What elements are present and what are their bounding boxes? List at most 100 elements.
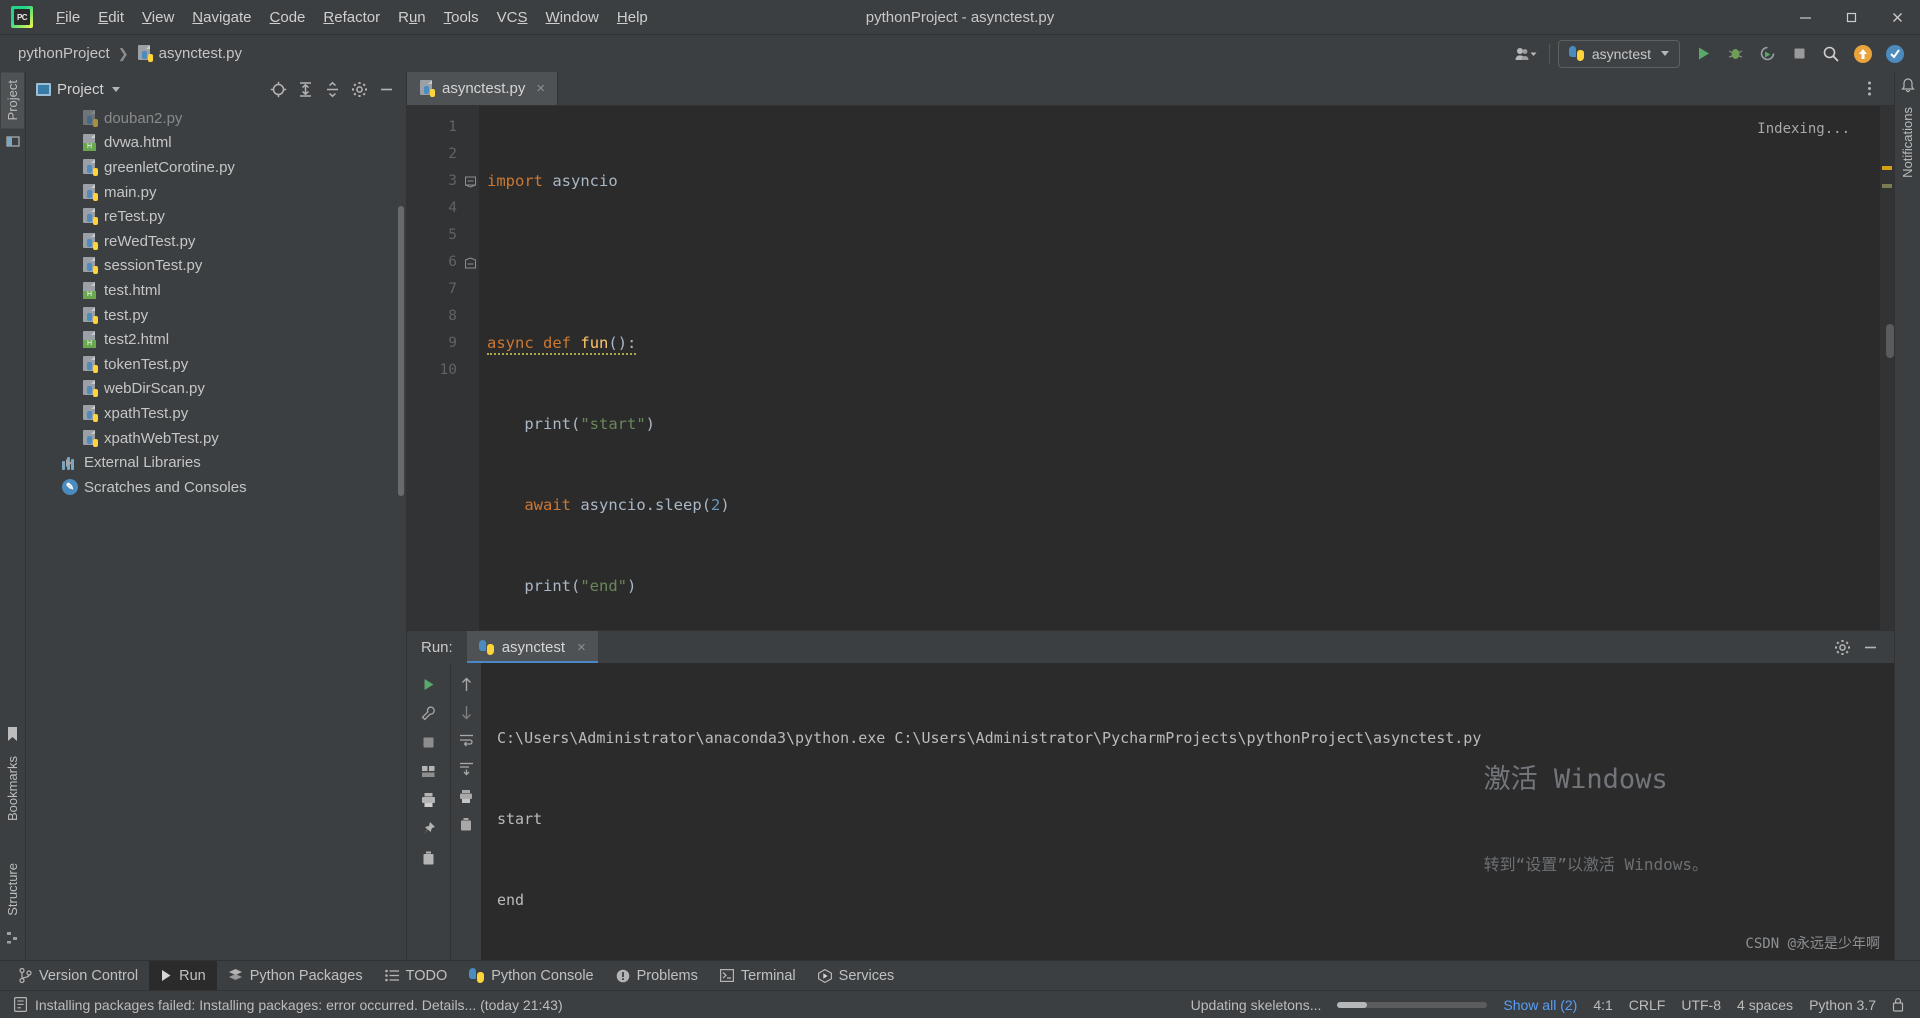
menu-window[interactable]: Window <box>537 5 608 30</box>
tree-item-xpathwebtest-py[interactable]: xpathWebTest.py <box>26 426 406 451</box>
tree-item-test-py[interactable]: test.py <box>26 303 406 328</box>
code-text-area[interactable]: import asyncio async def fun(): print("s… <box>479 106 1880 630</box>
fold-end-icon[interactable] <box>465 257 476 268</box>
project-tree-scrollbar[interactable] <box>398 206 404 496</box>
code-editor[interactable]: 1 2 3 4 5 6 7 8 9 10 import asyncio asyn… <box>407 106 1894 630</box>
editor-tab-asynctest-py[interactable]: asynctest.py × <box>407 72 559 105</box>
event-log-icon[interactable] <box>14 997 27 1012</box>
file-encoding[interactable]: UTF-8 <box>1681 997 1721 1013</box>
tree-item-greenletcorotine-py[interactable]: greenletCorotine.py <box>26 155 406 180</box>
collapse-all-icon[interactable] <box>320 77 344 101</box>
menu-navigate[interactable]: Navigate <box>183 5 260 30</box>
tree-item-webdirscan-py[interactable]: webDirScan.py <box>26 377 406 402</box>
debug-button[interactable] <box>1720 40 1750 68</box>
run-console-output[interactable]: C:\Users\Administrator\anaconda3\python.… <box>481 663 1894 960</box>
project-file-tree[interactable]: douban2.py H dvwa.html greenletCorotine.… <box>26 106 406 960</box>
scroll-down-icon[interactable] <box>454 699 478 725</box>
tool-tab-services[interactable]: Services <box>807 961 906 990</box>
update-button[interactable] <box>1848 40 1878 68</box>
tool-tab-python-console[interactable]: Python Console <box>458 961 604 990</box>
search-everywhere-button[interactable] <box>1816 40 1846 68</box>
run-coverage-button[interactable] <box>1752 40 1782 68</box>
wrench-icon[interactable] <box>417 700 441 726</box>
warning-stripe-mark[interactable] <box>1882 166 1892 170</box>
menu-code[interactable]: Code <box>261 5 315 30</box>
chevron-down-icon[interactable] <box>111 86 120 92</box>
tree-item-douban2-py[interactable]: douban2.py <box>26 106 406 131</box>
tree-item-rewedtest-py[interactable]: reWedTest.py <box>26 229 406 254</box>
menu-view[interactable]: View <box>133 5 183 30</box>
tool-tab-terminal[interactable]: Terminal <box>709 961 807 990</box>
tool-tab-todo[interactable]: TODO <box>374 961 459 990</box>
close-icon[interactable]: × <box>536 80 545 97</box>
error-stripe-gutter[interactable] <box>1880 106 1894 630</box>
hide-panel-icon[interactable] <box>1858 635 1882 659</box>
tree-item-xpathtest-py[interactable]: xpathTest.py <box>26 401 406 426</box>
tool-tab-run[interactable]: Run <box>149 961 217 990</box>
tree-item-test2-html[interactable]: H test2.html <box>26 327 406 352</box>
tool-tab-problems[interactable]: Problems <box>605 961 709 990</box>
tree-item-sessiontest-py[interactable]: sessionTest.py <box>26 254 406 279</box>
warning-stripe-mark[interactable] <box>1882 184 1892 188</box>
fold-collapse-icon[interactable] <box>465 176 476 187</box>
breadcrumb-file[interactable]: asynctest.py <box>133 43 246 64</box>
line-separator[interactable]: CRLF <box>1629 997 1666 1013</box>
ide-assistant-button[interactable] <box>1880 40 1910 68</box>
pin-icon[interactable] <box>417 816 441 842</box>
menu-vcs[interactable]: VCS <box>488 5 537 30</box>
tool-tab-python-packages[interactable]: Python Packages <box>217 961 374 990</box>
tree-item-test-html[interactable]: H test.html <box>26 278 406 303</box>
close-icon[interactable] <box>1874 0 1920 34</box>
soft-wrap-icon[interactable] <box>454 727 478 753</box>
menu-run[interactable]: Run <box>389 5 435 30</box>
maximize-icon[interactable] <box>1828 0 1874 34</box>
show-all-link[interactable]: Show all (2) <box>1503 997 1577 1013</box>
sidebar-tab-bookmarks[interactable]: Bookmarks <box>1 748 24 829</box>
sidebar-tab-structure[interactable]: Structure <box>1 855 24 924</box>
menu-tools[interactable]: Tools <box>435 5 488 30</box>
run-configuration-selector[interactable]: asynctest <box>1557 39 1680 68</box>
expand-all-icon[interactable] <box>293 77 317 101</box>
rerun-icon[interactable] <box>417 671 441 697</box>
breadcrumb-project[interactable]: pythonProject <box>14 43 114 64</box>
settings-icon[interactable] <box>347 77 371 101</box>
run-button[interactable] <box>1688 40 1718 68</box>
settings-icon[interactable] <box>1830 635 1854 659</box>
sidebar-tab-project[interactable]: Project <box>1 72 24 129</box>
tree-item-scratches-and-consoles[interactable]: ✎ Scratches and Consoles <box>26 475 406 500</box>
close-icon[interactable]: × <box>577 639 586 656</box>
indent-setting[interactable]: 4 spaces <box>1737 997 1793 1013</box>
tree-item-tokentest-py[interactable]: tokenTest.py <box>26 352 406 377</box>
scroll-to-end-icon[interactable] <box>454 755 478 781</box>
locate-icon[interactable] <box>266 77 290 101</box>
stop-icon[interactable] <box>417 729 441 755</box>
print-icon[interactable] <box>454 783 478 809</box>
menu-help[interactable]: Help <box>608 5 657 30</box>
hide-panel-icon[interactable] <box>374 77 398 101</box>
print-icon[interactable] <box>417 787 441 813</box>
python-interpreter[interactable]: Python 3.7 <box>1809 997 1876 1013</box>
tree-item-dvwa-html[interactable]: H dvwa.html <box>26 131 406 156</box>
editor-scrollbar-thumb[interactable] <box>1886 324 1894 358</box>
user-account-icon[interactable] <box>1511 40 1541 68</box>
menu-file[interactable]: File <box>47 5 89 30</box>
notifications-bell-icon[interactable] <box>1900 78 1915 93</box>
tree-item-main-py[interactable]: main.py <box>26 180 406 205</box>
minimize-icon[interactable] <box>1782 0 1828 34</box>
trash-icon[interactable] <box>417 845 441 871</box>
clear-all-icon[interactable] <box>454 811 478 837</box>
layout-icon[interactable] <box>417 758 441 784</box>
sidebar-tab-notifications[interactable]: Notifications <box>1896 99 1919 186</box>
tree-item-external-libraries[interactable]: External Libraries <box>26 450 406 475</box>
menu-refactor[interactable]: Refactor <box>314 5 389 30</box>
lock-icon[interactable] <box>1892 997 1904 1012</box>
menu-edit[interactable]: Edit <box>89 5 133 30</box>
stop-button[interactable] <box>1784 40 1814 68</box>
caret-position[interactable]: 4:1 <box>1593 997 1612 1013</box>
scroll-up-icon[interactable] <box>454 671 478 697</box>
status-message[interactable]: Installing packages failed: Installing p… <box>35 997 563 1013</box>
run-tab-asynctest[interactable]: asynctest × <box>466 631 598 663</box>
tree-item-retest-py[interactable]: reTest.py <box>26 204 406 229</box>
more-options-icon[interactable] <box>1854 75 1884 103</box>
tool-tab-version-control[interactable]: Version Control <box>8 961 149 990</box>
